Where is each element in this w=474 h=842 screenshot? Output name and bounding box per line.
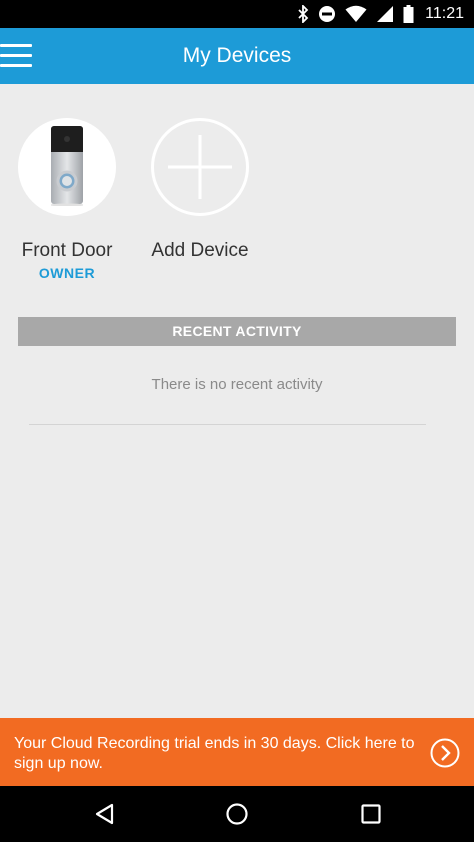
status-bar: 11:21 — [0, 0, 474, 28]
device-role-badge: OWNER — [38, 265, 96, 281]
device-avatar[interactable] — [18, 118, 116, 216]
home-icon[interactable] — [225, 802, 249, 826]
navigation-bar — [0, 786, 474, 842]
app-bar: My Devices — [0, 28, 474, 84]
wifi-icon — [345, 5, 367, 22]
battery-icon — [403, 5, 414, 23]
doorbell-image — [51, 126, 83, 206]
status-time: 11:21 — [425, 5, 464, 22]
divider — [29, 424, 426, 425]
chevron-right-circle-icon[interactable] — [430, 738, 460, 768]
cell-signal-icon — [377, 6, 394, 22]
cloud-recording-promo-banner[interactable]: Your Cloud Recording trial ends in 30 da… — [0, 718, 474, 786]
status-icons: 11:21 — [297, 0, 464, 28]
add-device-circle[interactable] — [151, 118, 249, 216]
do-not-disturb-icon — [319, 6, 336, 22]
add-device-button[interactable]: Add Device — [150, 118, 250, 261]
recent-activity-header: RECENT ACTIVITY — [18, 317, 456, 346]
device-name: Front Door — [21, 240, 113, 261]
empty-activity-message: There is no recent activity — [151, 376, 323, 393]
device-front-door[interactable]: Front Door OWNER — [17, 118, 117, 281]
recents-icon[interactable] — [359, 802, 383, 826]
device-name: Add Device — [151, 240, 249, 261]
promo-text: Your Cloud Recording trial ends in 30 da… — [14, 735, 415, 772]
plus-icon — [168, 135, 232, 199]
back-icon[interactable] — [93, 802, 117, 826]
page-title: My Devices — [182, 44, 292, 67]
bluetooth-icon — [298, 5, 309, 23]
